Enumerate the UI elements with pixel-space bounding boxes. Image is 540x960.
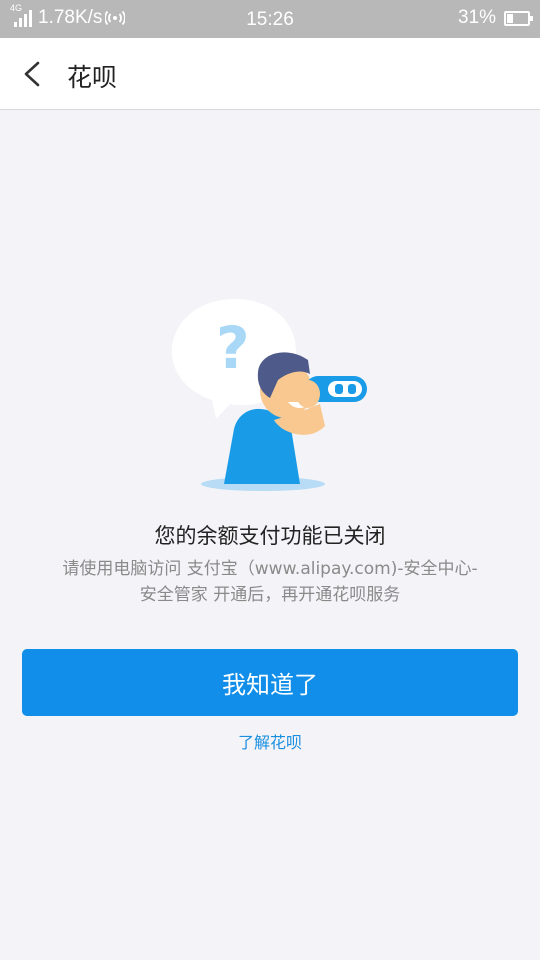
- description-line-1: 请使用电脑访问 支付宝（www.alipay.com)-安全中心-: [62, 559, 478, 579]
- got-it-button[interactable]: 我知道了: [22, 649, 518, 716]
- hand: [296, 380, 320, 408]
- page-title: 花呗: [67, 63, 118, 92]
- status-right: 31%: [457, 7, 533, 29]
- question-mark: ?: [216, 314, 250, 382]
- headline: 您的余额支付功能已关闭: [154, 524, 386, 548]
- battery-icon: [504, 10, 533, 26]
- status-bar: 4G 1.78K/s 15:26 31%: [0, 0, 540, 38]
- man-with-binoculars-illustration: ?: [172, 299, 367, 491]
- battery-percent: 31%: [457, 7, 496, 28]
- battery-level: [507, 13, 514, 23]
- learn-huabei-link[interactable]: 了解花呗: [0, 729, 540, 753]
- description-line-2: 安全管家 开通后，再开通花呗服务: [139, 585, 401, 605]
- description: 请使用电脑访问 支付宝（www.alipay.com)-安全中心- 安全管家 开…: [40, 556, 500, 608]
- chevron-left-icon[interactable]: [14, 55, 52, 93]
- nav-bar: 花呗: [0, 38, 540, 110]
